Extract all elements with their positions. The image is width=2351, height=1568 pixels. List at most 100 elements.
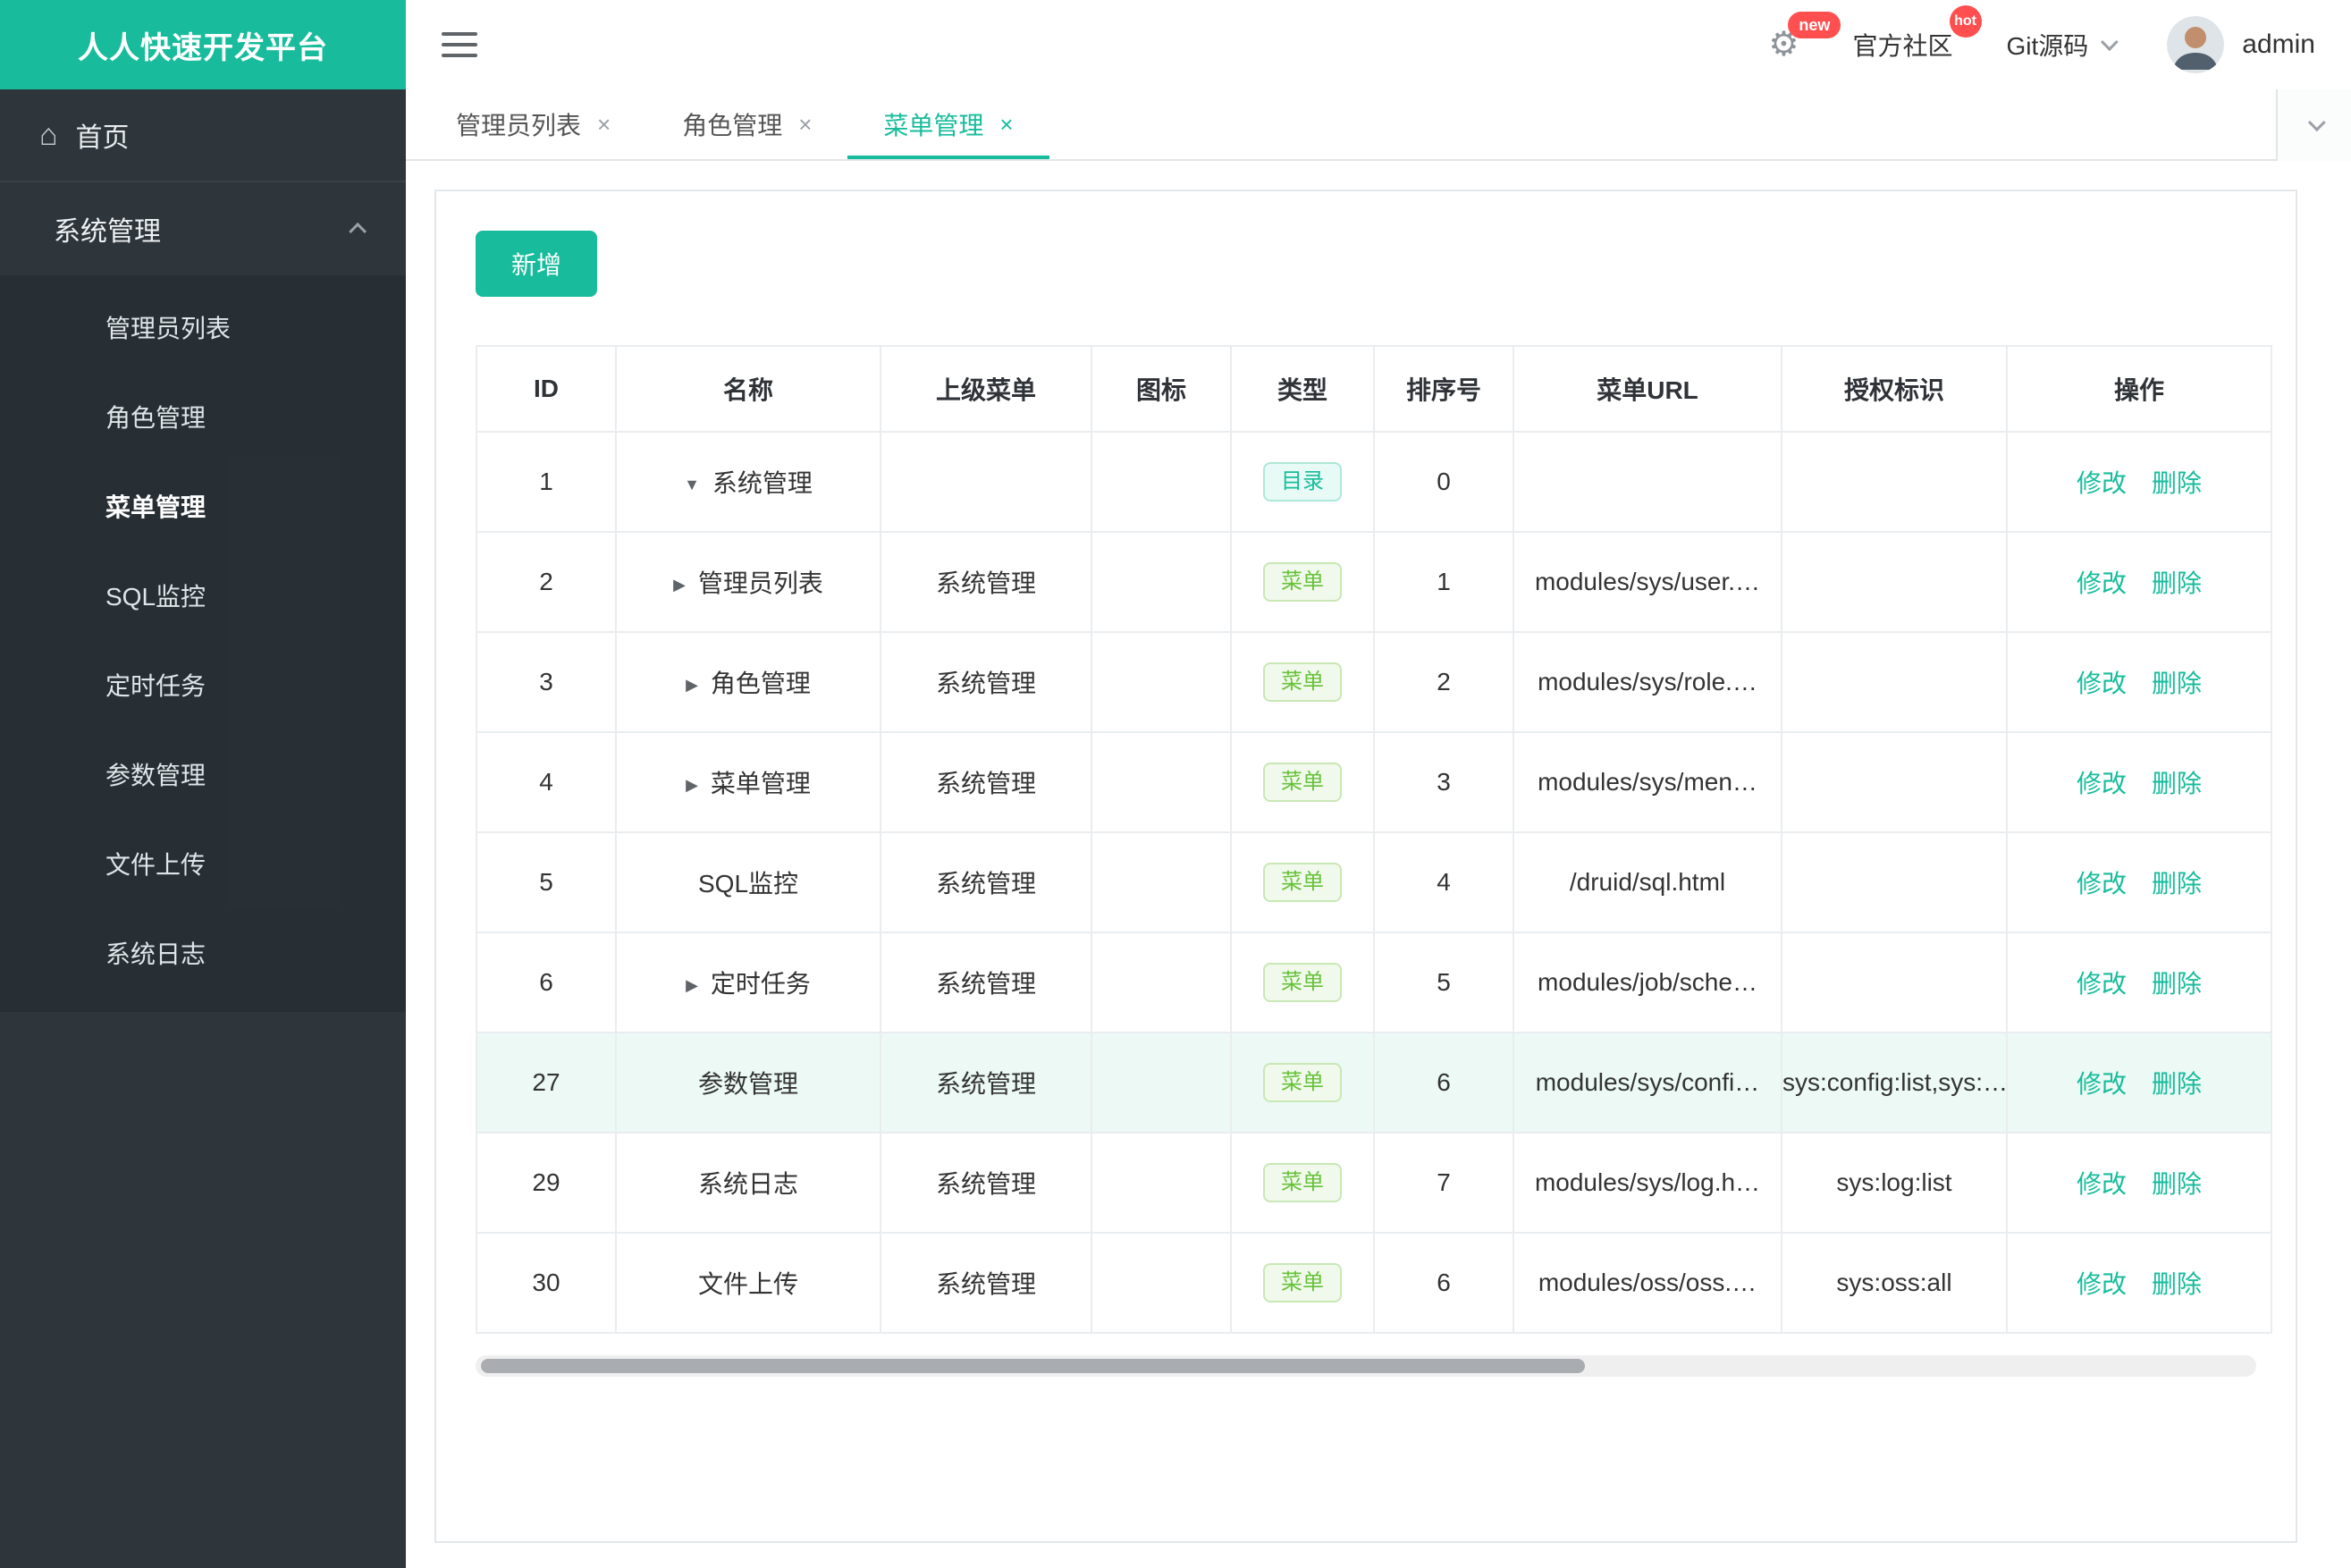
add-button[interactable]: 新增 bbox=[476, 231, 597, 297]
sidebar-item-home[interactable]: ⌂ 首页 bbox=[0, 89, 406, 182]
cell-parent: 系统管理 bbox=[880, 531, 1092, 633]
git-source-dropdown[interactable]: Git源码 bbox=[2006, 27, 2119, 63]
settings-button[interactable]: ⚙ new bbox=[1768, 12, 1841, 62]
cell-name: ▶ 管理员列表 bbox=[615, 531, 881, 633]
delete-link[interactable]: 删除 bbox=[2152, 569, 2202, 597]
community-link[interactable]: 官方社区 hot bbox=[1852, 5, 1982, 63]
cell-order: 3 bbox=[1373, 731, 1514, 833]
table-row[interactable]: 4 ▶ 菜单管理 系统管理 菜单 3 modules/sys/men… 修改 删除 bbox=[476, 731, 2272, 833]
table-row[interactable]: 5 SQL监控 系统管理 菜单 4/druid/sql.html 修改 删除 bbox=[476, 831, 2272, 933]
app-logo: 人人快速开发平台 bbox=[0, 0, 406, 89]
new-badge: new bbox=[1788, 12, 1841, 38]
sidebar-nav: ⌂ 首页 系统管理 管理员列表 角色管理 菜单管理 SQL监控 定时任务 参数管理 文件上传… bbox=[0, 89, 406, 1012]
tab-close-icon[interactable]: × bbox=[798, 113, 812, 136]
menu-table: ID 名称 上级菜单 图标 类型 排序号 菜单URL 授权标识 操作 1 ▼ 系统管理 目录 0 修改 删除… bbox=[476, 345, 2272, 1334]
sidebar-group-system[interactable]: 系统管理 bbox=[0, 182, 406, 275]
cell-icon bbox=[1091, 731, 1232, 833]
tab-close-icon[interactable]: × bbox=[597, 113, 611, 136]
cell-url: modules/sys/role.… bbox=[1513, 631, 1782, 733]
cell-name: 文件上传 bbox=[615, 1232, 881, 1334]
edit-link[interactable]: 修改 bbox=[2077, 469, 2127, 497]
table-row[interactable]: 30 文件上传 系统管理 菜单 6 modules/oss/oss.… sys:oss:al… bbox=[476, 1232, 2272, 1334]
cell-type: 菜单 bbox=[1230, 631, 1375, 733]
cell-actions: 修改 删除 bbox=[2006, 1232, 2272, 1334]
sidebar-item-系统日志[interactable]: 系统日志 bbox=[0, 908, 406, 998]
table-row[interactable]: 29 系统日志 系统管理 菜单 7 modules/sys/log.h… sys:log:l… bbox=[476, 1132, 2272, 1234]
cell-id: 2 bbox=[476, 531, 617, 633]
cell-url bbox=[1513, 431, 1782, 533]
cell-perms bbox=[1781, 831, 2008, 933]
edit-link[interactable]: 修改 bbox=[2077, 569, 2127, 597]
type-badge: 菜单 bbox=[1263, 1262, 1342, 1303]
tree-expand-icon[interactable]: ▶ bbox=[686, 676, 698, 694]
delete-link[interactable]: 删除 bbox=[2152, 970, 2202, 998]
delete-link[interactable]: 删除 bbox=[2152, 670, 2202, 697]
home-icon: ⌂ bbox=[39, 118, 58, 152]
tab-菜单管理[interactable]: 菜单管理 × bbox=[847, 89, 1049, 159]
menu-toggle-button[interactable] bbox=[442, 32, 477, 57]
table-row[interactable]: 2 ▶ 管理员列表 系统管理 菜单 1 modules/sys/user.… 修改 删除 bbox=[476, 531, 2272, 633]
edit-link[interactable]: 修改 bbox=[2077, 870, 2127, 898]
menu-name-label: 系统管理 bbox=[712, 469, 813, 497]
column-header-操作: 操作 bbox=[2006, 345, 2272, 433]
cell-order: 7 bbox=[1373, 1132, 1514, 1234]
content-card: 新增 ID 名称 上级菜单 图标 类型 排序号 菜单URL 授权标识 操作 1 ▼ 系统管理 目录 0 修… bbox=[434, 190, 2297, 1543]
edit-link[interactable]: 修改 bbox=[2077, 1170, 2127, 1198]
delete-link[interactable]: 删除 bbox=[2152, 870, 2202, 898]
cell-url: modules/oss/oss.… bbox=[1513, 1232, 1782, 1334]
cell-perms bbox=[1781, 531, 2008, 633]
git-source-label: Git源码 bbox=[2006, 32, 2089, 60]
sidebar-item-SQL监控[interactable]: SQL监控 bbox=[0, 551, 406, 640]
table-row[interactable]: 6 ▶ 定时任务 系统管理 菜单 5 modules/job/sche… 修改 删除 bbox=[476, 932, 2272, 1033]
tree-expand-icon[interactable]: ▶ bbox=[686, 776, 698, 794]
edit-link[interactable]: 修改 bbox=[2077, 1070, 2127, 1098]
tab-close-icon[interactable]: × bbox=[999, 113, 1013, 136]
tree-collapse-icon[interactable]: ▼ bbox=[684, 476, 700, 493]
user-menu[interactable]: admin bbox=[2167, 16, 2315, 73]
cell-order: 2 bbox=[1373, 631, 1514, 733]
edit-link[interactable]: 修改 bbox=[2077, 670, 2127, 697]
type-badge: 菜单 bbox=[1263, 862, 1342, 903]
cell-id: 3 bbox=[476, 631, 617, 733]
tab-管理员列表[interactable]: 管理员列表 × bbox=[420, 89, 646, 159]
edit-link[interactable]: 修改 bbox=[2077, 770, 2127, 797]
chevron-down-icon bbox=[2307, 114, 2326, 132]
delete-link[interactable]: 删除 bbox=[2152, 469, 2202, 497]
sidebar-item-菜单管理[interactable]: 菜单管理 bbox=[0, 461, 406, 551]
table-row[interactable]: 1 ▼ 系统管理 目录 0 修改 删除 bbox=[476, 431, 2272, 533]
user-avatar bbox=[2167, 16, 2225, 73]
sidebar-item-管理员列表[interactable]: 管理员列表 bbox=[0, 282, 406, 372]
tab-角色管理[interactable]: 角色管理 × bbox=[646, 89, 847, 159]
horizontal-scrollbar[interactable] bbox=[476, 1355, 2256, 1377]
edit-link[interactable]: 修改 bbox=[2077, 970, 2127, 998]
type-badge: 菜单 bbox=[1263, 962, 1342, 1003]
scrollbar-thumb[interactable] bbox=[481, 1359, 1586, 1373]
cell-parent: 系统管理 bbox=[880, 1132, 1092, 1234]
chevron-up-icon bbox=[349, 222, 367, 240]
tree-expand-icon[interactable]: ▶ bbox=[673, 576, 686, 594]
table-row[interactable]: 3 ▶ 角色管理 系统管理 菜单 2 modules/sys/role.… 修改 删除 bbox=[476, 631, 2272, 733]
delete-link[interactable]: 删除 bbox=[2152, 1270, 2202, 1298]
cell-actions: 修改 删除 bbox=[2006, 531, 2272, 633]
delete-link[interactable]: 删除 bbox=[2152, 770, 2202, 797]
table-row[interactable]: 27 参数管理 系统管理 菜单 6 modules/sys/confi… sys:confi… bbox=[476, 1032, 2272, 1134]
cell-type: 菜单 bbox=[1230, 1232, 1375, 1334]
cell-id: 6 bbox=[476, 932, 617, 1033]
cell-parent: 系统管理 bbox=[880, 731, 1092, 833]
delete-link[interactable]: 删除 bbox=[2152, 1170, 2202, 1198]
cell-parent: 系统管理 bbox=[880, 1032, 1092, 1134]
sidebar-item-文件上传[interactable]: 文件上传 bbox=[0, 819, 406, 908]
topbar: ⚙ new 官方社区 hot Git源码 admin bbox=[406, 0, 2351, 89]
cell-id: 30 bbox=[476, 1232, 617, 1334]
cell-perms bbox=[1781, 431, 2008, 533]
cell-icon bbox=[1091, 631, 1232, 733]
chevron-down-icon bbox=[2101, 33, 2119, 52]
sidebar-item-定时任务[interactable]: 定时任务 bbox=[0, 640, 406, 729]
tabs-dropdown-button[interactable] bbox=[2276, 89, 2351, 161]
edit-link[interactable]: 修改 bbox=[2077, 1270, 2127, 1298]
sidebar-item-角色管理[interactable]: 角色管理 bbox=[0, 372, 406, 461]
cell-parent bbox=[880, 431, 1092, 533]
tree-expand-icon[interactable]: ▶ bbox=[686, 976, 698, 994]
delete-link[interactable]: 删除 bbox=[2152, 1070, 2202, 1098]
sidebar-item-参数管理[interactable]: 参数管理 bbox=[0, 729, 406, 819]
